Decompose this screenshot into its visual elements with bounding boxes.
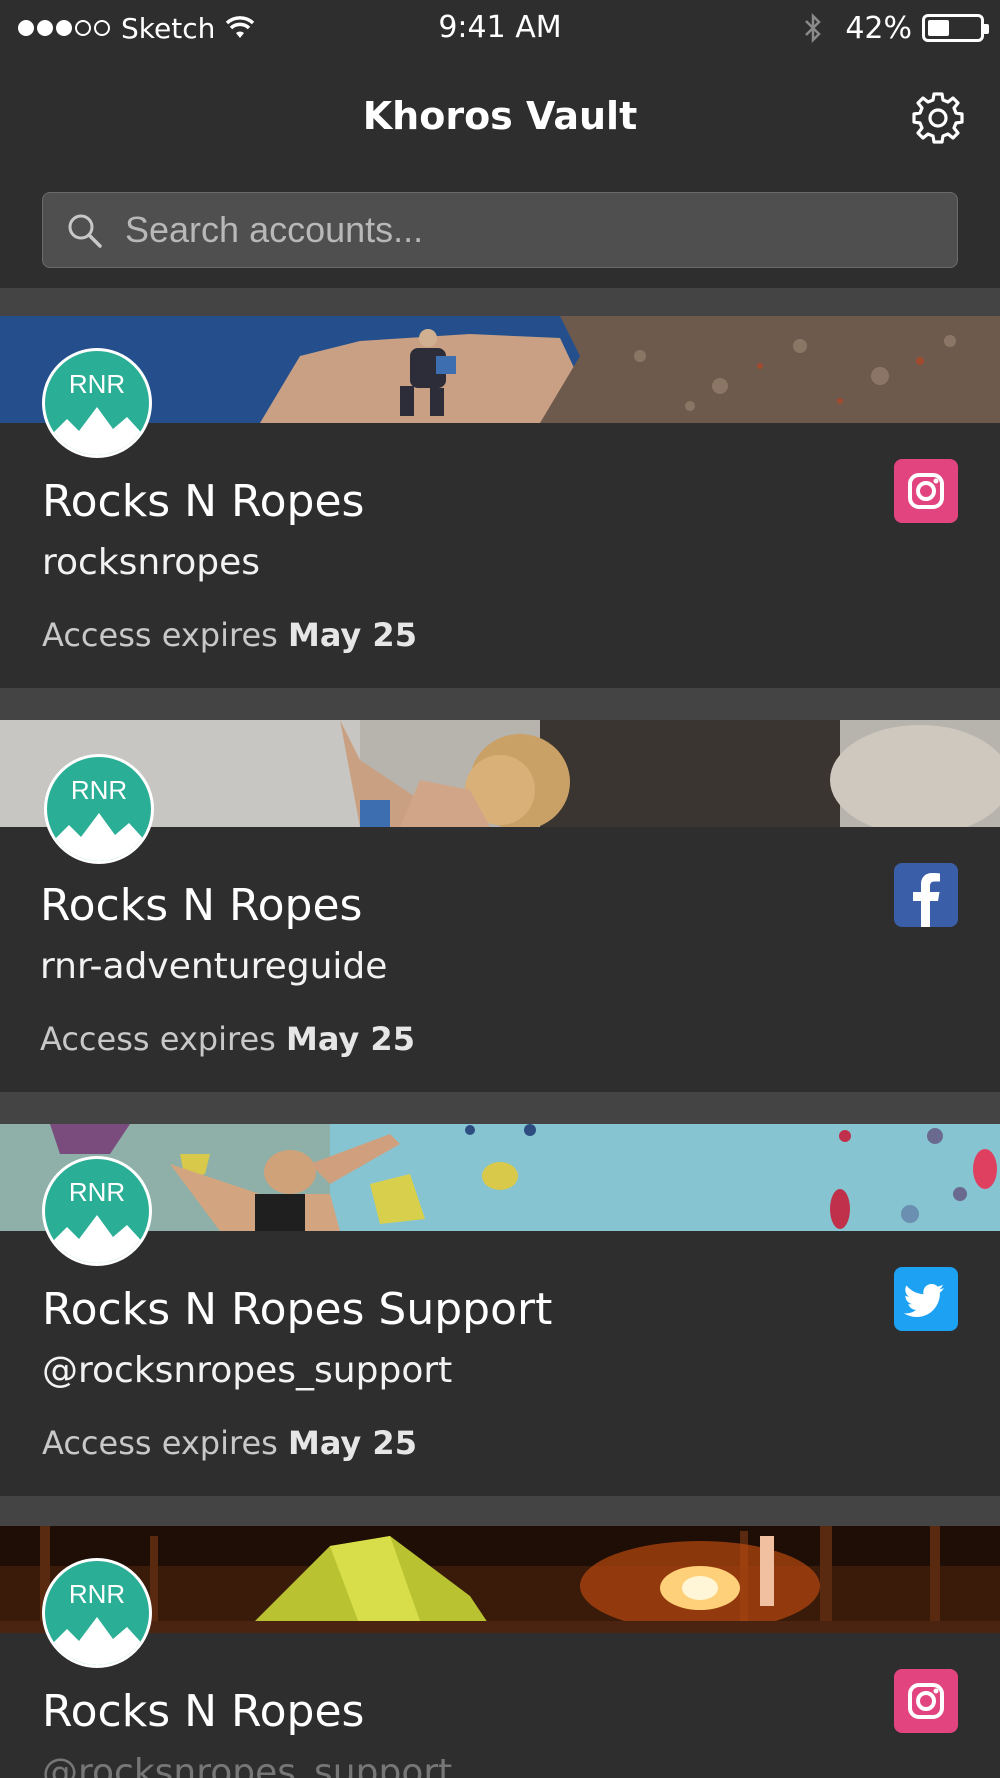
mountain-icon [45,407,149,455]
status-right: 42% [803,8,989,48]
account-card[interactable]: RNR Rocks N Ropes rocksnropes Access exp… [0,316,1000,688]
expiry-label: Access expires [42,616,278,654]
page-title: Khoros Vault [362,94,638,138]
settings-button[interactable] [910,90,966,146]
instagram-icon [894,1669,958,1733]
account-name: Rocks N Ropes [42,1686,365,1737]
status-bar: Sketch 9:41 AM 42% [0,0,1000,56]
battery-icon [922,14,989,42]
access-expiry: Access expires May 25 [42,1424,417,1462]
account-handle: rnr-adventureguide [40,946,388,987]
instagram-icon [894,459,958,523]
account-name: Rocks N Ropes Support [42,1284,553,1335]
mountain-icon [45,1617,149,1665]
account-name: Rocks N Ropes [40,880,363,931]
avatar: RNR [42,348,152,458]
expiry-label: Access expires [42,1424,278,1462]
avatar-initials: RNR [68,1579,126,1609]
avatar: RNR [44,754,154,864]
battery-fill [928,20,949,36]
avatar-initials: RNR [68,1177,126,1207]
mountain-icon [47,813,151,861]
twitter-icon [894,1267,958,1331]
mountain-icon [45,1215,149,1263]
avatar: RNR [42,1558,152,1668]
avatar: RNR [42,1156,152,1266]
divider [0,288,1000,316]
battery-percent: 42% [845,10,912,46]
gear-icon [912,92,964,144]
expiry-date: May 25 [287,1424,417,1462]
account-handle: @rocksnropes_support [42,1350,453,1391]
expiry-label: Access expires [40,1020,276,1058]
access-expiry: Access expires May 25 [42,616,417,654]
expiry-date: May 25 [287,616,417,654]
divider [0,688,1000,720]
search-icon [68,214,102,248]
account-card[interactable]: RNR Rocks N Ropes Support @rocksnropes_s… [0,1124,1000,1496]
facebook-icon [894,863,958,927]
account-card[interactable]: RNR Rocks N Ropes rnr-adventureguide Acc… [0,720,1000,1092]
search-bar[interactable] [42,192,958,268]
account-handle: @rocksnropes_support [42,1752,453,1778]
account-name: Rocks N Ropes [42,476,365,527]
avatar-initials: RNR [70,775,128,805]
search-input[interactable] [125,193,935,267]
account-card[interactable]: RNR Rocks N Ropes @rocksnropes_support [0,1526,1000,1778]
avatar-initials: RNR [68,369,126,399]
divider [0,1092,1000,1124]
account-handle: rocksnropes [42,542,261,583]
nav-bar: Khoros Vault [0,56,1000,180]
access-expiry: Access expires May 25 [40,1020,415,1058]
bluetooth-icon [805,12,822,44]
expiry-date: May 25 [285,1020,415,1058]
divider [0,1496,1000,1526]
